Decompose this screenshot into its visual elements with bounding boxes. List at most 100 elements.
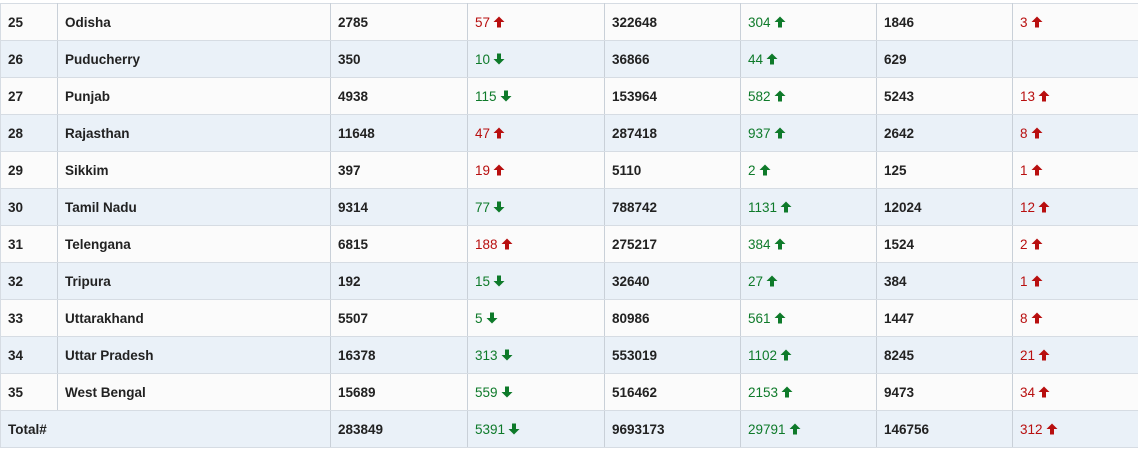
deaths-change-cell: 34 xyxy=(1013,374,1138,411)
arrow-up-icon xyxy=(493,16,505,28)
cured-cell: 516462 xyxy=(605,374,741,411)
deaths-change-cell: 2 xyxy=(1013,226,1138,263)
change-value: 312 xyxy=(1020,422,1043,437)
deaths-cell: 9473 xyxy=(877,374,1013,411)
change-value: 21 xyxy=(1020,348,1035,363)
cured-cell: 36866 xyxy=(605,41,741,78)
change-value: 19 xyxy=(475,163,490,178)
arrow-up-icon xyxy=(1031,127,1043,139)
deaths-cell: 1524 xyxy=(877,226,1013,263)
state-name-cell: Telengana xyxy=(58,226,331,263)
active-cases-cell: 5507 xyxy=(331,300,468,337)
arrow-up-icon xyxy=(774,312,786,324)
deaths-cell: 8245 xyxy=(877,337,1013,374)
arrow-up-icon xyxy=(1031,238,1043,250)
cured-change-cell: 1102 xyxy=(741,337,877,374)
cured-cell: 5110 xyxy=(605,152,741,189)
arrow-up-icon xyxy=(1031,275,1043,287)
change-value: 561 xyxy=(748,311,771,326)
change-value: 13 xyxy=(1020,89,1035,104)
arrow-down-icon xyxy=(500,90,512,102)
serial-number-cell: 28 xyxy=(1,115,58,152)
state-name-cell: Uttarakhand xyxy=(58,300,331,337)
arrow-up-icon xyxy=(1038,386,1050,398)
active-change-cell: 313 xyxy=(468,337,605,374)
cured-cell: 788742 xyxy=(605,189,741,226)
change-value: 384 xyxy=(748,237,771,252)
deaths-change-cell: 13 xyxy=(1013,78,1138,115)
change-value: 188 xyxy=(475,237,498,252)
change-value: 3 xyxy=(1020,15,1028,30)
change-value: 313 xyxy=(475,348,498,363)
serial-number-cell: 35 xyxy=(1,374,58,411)
arrow-up-icon xyxy=(1038,201,1050,213)
deaths-cell: 629 xyxy=(877,41,1013,78)
cured-cell: 287418 xyxy=(605,115,741,152)
change-value: 1131 xyxy=(748,200,777,215)
change-value: 1 xyxy=(1020,274,1028,289)
change-value: 47 xyxy=(475,126,490,141)
table-row: 32Tripura1921532640273841 xyxy=(1,263,1138,300)
deaths-change-cell: 12 xyxy=(1013,189,1138,226)
change-value: 2 xyxy=(1020,237,1028,252)
state-name-cell: Punjab xyxy=(58,78,331,115)
active-change-cell: 559 xyxy=(468,374,605,411)
change-value: 10 xyxy=(475,52,490,67)
change-value: 27 xyxy=(748,274,763,289)
deaths-cell: 5243 xyxy=(877,78,1013,115)
serial-number-cell: 27 xyxy=(1,78,58,115)
active-change-cell: 188 xyxy=(468,226,605,263)
arrow-up-icon xyxy=(780,349,792,361)
serial-number-cell: 32 xyxy=(1,263,58,300)
arrow-down-icon xyxy=(493,275,505,287)
active-cases-cell: 192 xyxy=(331,263,468,300)
table-row: 26Puducherry350103686644629 xyxy=(1,41,1138,78)
active-cases-cell: 4938 xyxy=(331,78,468,115)
arrow-up-icon xyxy=(1038,90,1050,102)
arrow-down-icon xyxy=(486,312,498,324)
deaths-change-cell: 21 xyxy=(1013,337,1138,374)
change-value: 8 xyxy=(1020,126,1028,141)
change-value: 8 xyxy=(1020,311,1028,326)
arrow-down-icon xyxy=(501,349,513,361)
deaths-change-cell: 8 xyxy=(1013,115,1138,152)
serial-number-cell: 25 xyxy=(1,4,58,41)
table-body: 25Odisha2785573226483041846326Puducherry… xyxy=(1,4,1138,448)
change-value: 937 xyxy=(748,126,771,141)
change-value: 57 xyxy=(475,15,490,30)
serial-number-cell: 26 xyxy=(1,41,58,78)
serial-number-cell: 31 xyxy=(1,226,58,263)
cured-cell: 322648 xyxy=(605,4,741,41)
change-value: 559 xyxy=(475,385,498,400)
total-label-cell: Total# xyxy=(1,411,331,448)
cured-change-cell: 44 xyxy=(741,41,877,78)
arrow-up-icon xyxy=(1031,16,1043,28)
deaths-cell: 125 xyxy=(877,152,1013,189)
arrow-up-icon xyxy=(766,275,778,287)
active-cases-cell: 350 xyxy=(331,41,468,78)
arrow-up-icon xyxy=(501,238,513,250)
state-name-cell: Tripura xyxy=(58,263,331,300)
cured-cell: 553019 xyxy=(605,337,741,374)
arrow-up-icon xyxy=(1031,164,1043,176)
arrow-up-icon xyxy=(774,127,786,139)
change-value: 12 xyxy=(1020,200,1035,215)
state-name-cell: Sikkim xyxy=(58,152,331,189)
arrow-up-icon xyxy=(1031,312,1043,324)
arrow-up-icon xyxy=(493,164,505,176)
deaths-change-cell: 1 xyxy=(1013,263,1138,300)
change-value: 29791 xyxy=(748,422,786,437)
serial-number-cell: 33 xyxy=(1,300,58,337)
arrow-up-icon xyxy=(774,238,786,250)
active-change-cell: 10 xyxy=(468,41,605,78)
state-name-cell: Tamil Nadu xyxy=(58,189,331,226)
serial-number-cell: 34 xyxy=(1,337,58,374)
active-cases-cell: 2785 xyxy=(331,4,468,41)
cured-change-cell: 561 xyxy=(741,300,877,337)
state-name-cell: Odisha xyxy=(58,4,331,41)
serial-number-cell: 30 xyxy=(1,189,58,226)
total-active-cell: 283849 xyxy=(331,411,468,448)
deaths-cell: 2642 xyxy=(877,115,1013,152)
cured-change-cell: 582 xyxy=(741,78,877,115)
total-deaths-cell: 146756 xyxy=(877,411,1013,448)
